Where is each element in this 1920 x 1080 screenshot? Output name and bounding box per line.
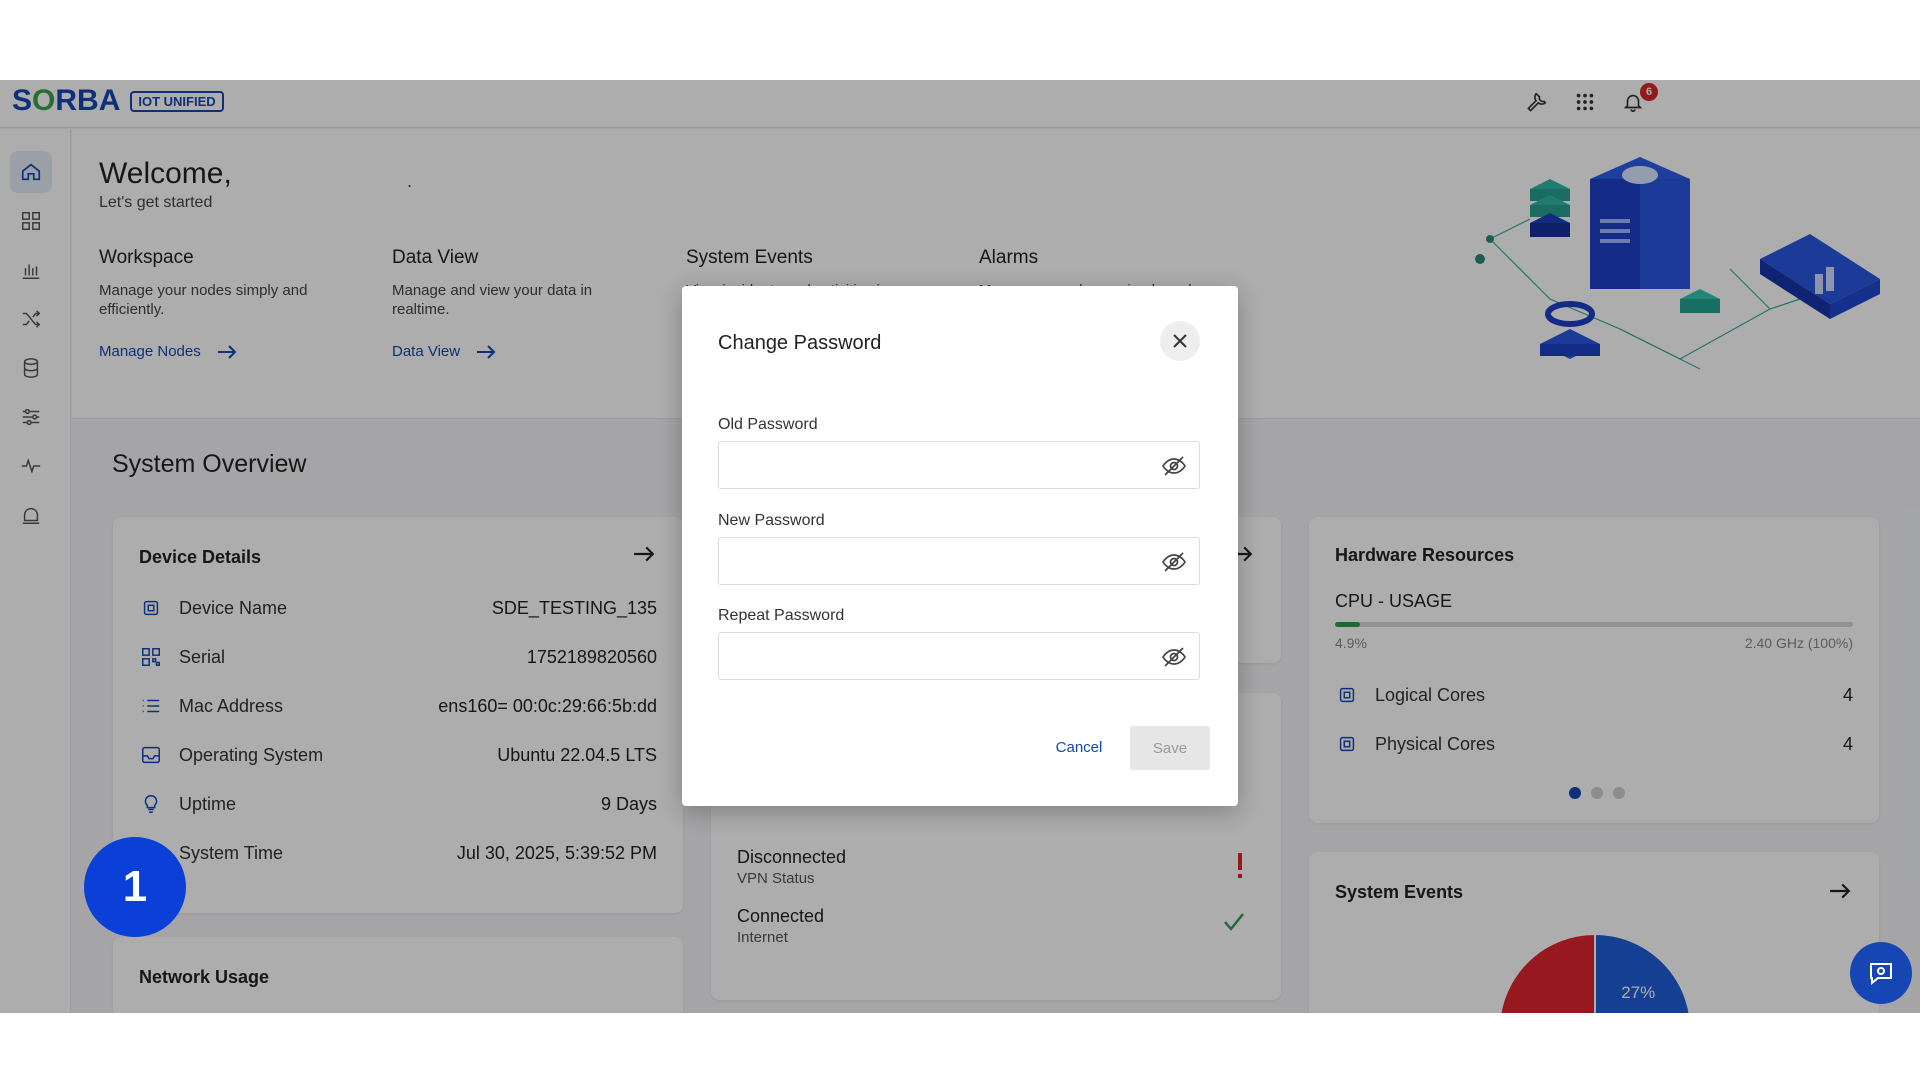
app-stage: SORBA IOT UNIFIED 6 Welcome, . Let's get… <box>0 80 1920 1013</box>
close-button[interactable] <box>1160 321 1200 361</box>
old-password-label: Old Password <box>718 416 818 433</box>
step-number-badge: 1 <box>84 837 186 937</box>
new-password-label: New Password <box>718 512 825 529</box>
dialog-title: Change Password <box>718 332 882 354</box>
repeat-password-label: Repeat Password <box>718 607 845 624</box>
eye-off-icon[interactable] <box>1161 550 1187 574</box>
repeat-password-input[interactable] <box>719 633 1199 679</box>
support-chat-button[interactable] <box>1850 942 1912 1004</box>
change-password-dialog: Change Password Old Password New Passwor… <box>682 286 1238 806</box>
repeat-password-field <box>718 632 1200 680</box>
old-password-input[interactable] <box>719 442 1199 488</box>
new-password-field <box>718 537 1200 585</box>
chat-icon <box>1870 963 1892 986</box>
eye-off-icon[interactable] <box>1161 645 1187 669</box>
old-password-field <box>718 441 1200 489</box>
eye-off-icon[interactable] <box>1161 454 1187 478</box>
close-icon <box>1173 334 1187 348</box>
cancel-button[interactable]: Cancel <box>1044 728 1114 766</box>
new-password-input[interactable] <box>719 538 1199 584</box>
save-button[interactable]: Save <box>1130 726 1210 770</box>
